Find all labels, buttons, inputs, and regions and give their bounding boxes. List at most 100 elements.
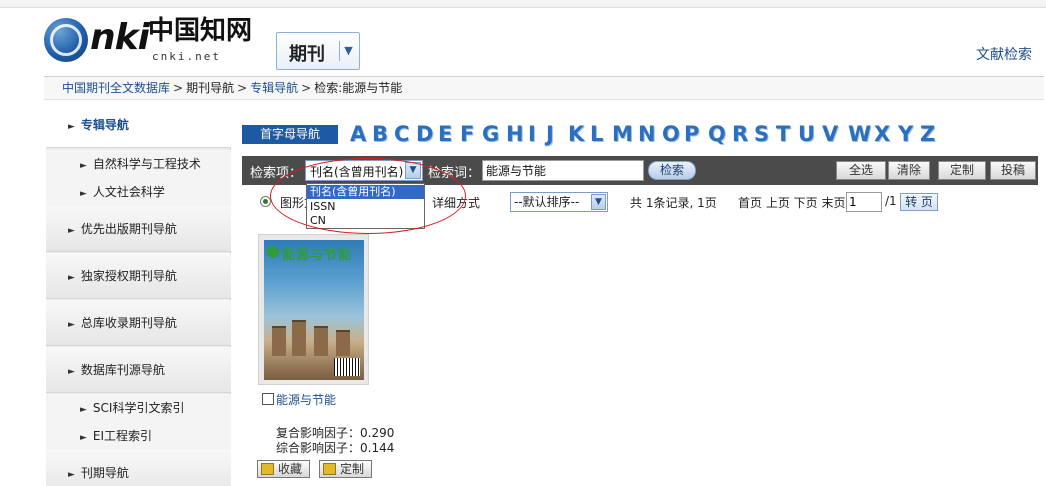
breadcrumb-current: 检索:能源与节能 [314, 81, 403, 95]
letter-n[interactable]: N [638, 121, 656, 147]
sidebar-item-sci[interactable]: ► SCI科学引文索引 [46, 394, 231, 422]
red-highlight-ellipse [270, 158, 466, 234]
literature-search-link[interactable]: 文献检索 [976, 44, 1032, 64]
letter-i[interactable]: I [528, 121, 536, 147]
sidebar-item-issue-nav[interactable]: ► 刊期导航 [46, 450, 231, 486]
cover-title: 能源与节能 [282, 248, 353, 263]
breadcrumb-journal-nav[interactable]: 期刊导航 [186, 81, 234, 95]
triangle-right-icon: ► [80, 433, 87, 443]
submit-paper-button[interactable]: 投稿 [990, 161, 1036, 180]
breadcrumb-album-nav[interactable]: 专辑导航 [250, 81, 298, 95]
go-page-button[interactable]: 转 页 [900, 193, 938, 211]
letter-w[interactable]: W [848, 121, 871, 147]
sidebar-item-label: SCI科学引文索引 [92, 401, 185, 415]
sidebar-item-natural-science[interactable]: ► 自然科学与工程技术 [46, 150, 231, 178]
sidebar-item-db-source[interactable]: ► 数据库刊源导航 [46, 347, 231, 393]
letter-z[interactable]: Z [920, 121, 935, 147]
letter-y[interactable]: Y [898, 121, 913, 147]
cooling-tower-icon [272, 326, 286, 356]
triangle-right-icon: ► [68, 367, 75, 377]
sidebar-item-album-nav[interactable]: ► 专辑导航 [46, 102, 231, 148]
journal-cover[interactable]: 能源与节能 [258, 234, 369, 385]
letter-j[interactable]: J [546, 121, 554, 147]
journal-emblem-icon [267, 246, 279, 258]
customize-button[interactable]: 定制 [938, 161, 986, 180]
journal-cover-image: 能源与节能 [264, 240, 364, 380]
chevron-down-icon[interactable]: ▼ [591, 194, 606, 210]
journal-name-link[interactable]: 能源与节能 [276, 391, 336, 408]
overall-impact-factor: 综合影响因子：0.144 [276, 441, 395, 455]
letter-o[interactable]: O [662, 121, 680, 147]
sidebar-item-label: 独家授权期刊导航 [80, 269, 177, 283]
cooling-tower-icon [314, 326, 328, 356]
breadcrumb-separator: > [173, 81, 184, 95]
collect-button-label: 收藏 [278, 462, 303, 476]
letter-t[interactable]: T [776, 121, 790, 147]
sidebar-item-label: 人文社会科学 [92, 185, 165, 199]
search-button[interactable]: 检索 [648, 161, 696, 180]
cnki-logo[interactable]: nki 中国知网 cnki.net [44, 14, 274, 70]
breadcrumb-separator: > [237, 81, 248, 95]
sidebar: ► 专辑导航 ► 自然科学与工程技术 ► 人文社会科学 ► 优先出版期刊导航 ► 独家授权… [46, 102, 231, 486]
folder-icon [261, 463, 274, 475]
letter-r[interactable]: R [732, 121, 748, 147]
sidebar-item-label: 优先出版期刊导航 [80, 222, 177, 236]
sidebar-item-label: 自然科学与工程技术 [92, 157, 201, 171]
customize-button-label: 定制 [340, 462, 365, 476]
triangle-right-icon: ► [68, 320, 75, 330]
sidebar-item-humanities[interactable]: ► 人文社会科学 [46, 178, 231, 206]
chevron-down-icon[interactable]: ▼ [339, 41, 357, 61]
letter-d[interactable]: D [416, 121, 433, 147]
barcode-icon [334, 358, 360, 376]
letter-s[interactable]: S [754, 121, 769, 147]
letter-v[interactable]: V [822, 121, 838, 147]
journal-customize-button[interactable]: 定制 [319, 460, 372, 478]
letter-l[interactable]: L [590, 121, 603, 147]
letter-u[interactable]: U [798, 121, 815, 147]
breadcrumb-journal-db[interactable]: 中国期刊全文数据库 [62, 81, 170, 95]
page-total: /1 [885, 194, 897, 208]
cooling-tower-icon [336, 330, 350, 356]
breadcrumb: 中国期刊全文数据库 > 期刊导航 > 专辑导航 > 检索:能源与节能 [44, 76, 1044, 100]
sort-select-value: --默认排序-- [514, 195, 580, 209]
letter-m[interactable]: M [612, 121, 633, 147]
letter-h[interactable]: H [506, 121, 524, 147]
letter-e[interactable]: E [438, 121, 452, 147]
breadcrumb-separator: > [301, 81, 312, 95]
sidebar-item-ei[interactable]: ► EI工程索引 [46, 422, 231, 450]
page-number-input[interactable] [846, 192, 882, 212]
triangle-right-icon: ► [68, 470, 75, 480]
triangle-right-icon: ► [80, 405, 87, 415]
letter-q[interactable]: Q [708, 121, 726, 147]
letter-c[interactable]: C [394, 121, 409, 147]
sidebar-item-priority-pub[interactable]: ► 优先出版期刊导航 [46, 206, 231, 252]
select-all-button[interactable]: 全选 [836, 161, 886, 180]
journal-checkbox[interactable] [262, 393, 274, 405]
letter-g[interactable]: G [482, 121, 499, 147]
letter-k[interactable]: K [568, 121, 584, 147]
clear-button[interactable]: 清除 [888, 161, 930, 180]
sidebar-item-exclusive[interactable]: ► 独家授权期刊导航 [46, 253, 231, 299]
database-type-label: 期刊 [289, 44, 325, 65]
collect-button[interactable]: 收藏 [257, 460, 310, 478]
triangle-right-icon: ► [80, 189, 87, 199]
logo-chinese-name: 中国知网 [148, 16, 253, 46]
sidebar-item-label: 数据库刊源导航 [80, 363, 165, 377]
triangle-right-icon: ► [68, 226, 75, 236]
sidebar-item-total-library[interactable]: ► 总库收录期刊导航 [46, 300, 231, 346]
pager-links[interactable]: 首页 上页 下页 末页 [738, 194, 845, 211]
letter-b[interactable]: B [372, 121, 388, 147]
triangle-right-icon: ► [68, 122, 75, 132]
database-type-select[interactable]: 期刊 ▼ [276, 32, 360, 70]
letter-p[interactable]: P [684, 121, 699, 147]
globe-icon [44, 18, 88, 62]
search-keyword-input[interactable] [482, 160, 644, 181]
letter-a[interactable]: A [350, 121, 366, 147]
cooling-tower-icon [292, 320, 306, 356]
letter-x[interactable]: X [874, 121, 890, 147]
triangle-right-icon: ► [80, 161, 87, 171]
pencil-icon [323, 463, 336, 475]
letter-f[interactable]: F [460, 121, 474, 147]
sort-select[interactable]: --默认排序-- ▼ [510, 192, 608, 212]
sidebar-item-label: EI工程索引 [92, 429, 153, 443]
